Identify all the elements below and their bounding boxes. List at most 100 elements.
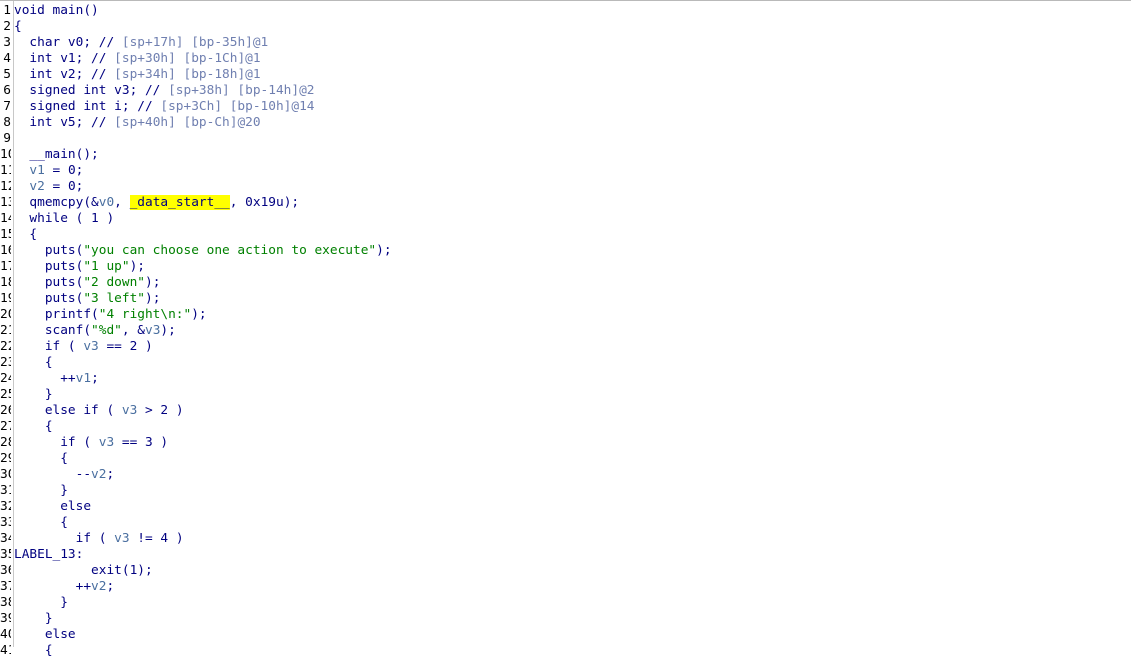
code-token: ++ bbox=[14, 371, 76, 386]
code-text[interactable]: { bbox=[14, 451, 68, 467]
code-token: , bbox=[114, 195, 130, 210]
code-text[interactable]: } bbox=[14, 595, 68, 611]
code-text[interactable]: } bbox=[14, 483, 68, 499]
line-number: 13 bbox=[0, 195, 11, 210]
code-text[interactable]: if ( v3 == 3 ) bbox=[14, 435, 168, 451]
highlighted-identifier[interactable]: _data_start__ bbox=[129, 195, 230, 210]
code-text[interactable]: } bbox=[14, 611, 53, 627]
code-token: ; bbox=[91, 371, 99, 386]
code-token: exit(1); bbox=[14, 563, 153, 578]
code-token: if ( bbox=[14, 435, 99, 450]
code-token: = 0; bbox=[44, 179, 84, 194]
variable-name[interactable]: v2 bbox=[91, 579, 106, 594]
pseudocode-view[interactable]: 1 void main() 2{3 char v0; // [sp+17h] [bp… bbox=[0, 0, 1131, 658]
code-text[interactable]: __main(); bbox=[14, 147, 98, 163]
code-text[interactable]: int v1; // [sp+30h] [bp-1Ch]@1 bbox=[14, 51, 260, 67]
code-text[interactable]: ++v1; bbox=[14, 371, 99, 387]
code-text[interactable]: puts("you can choose one action to execu… bbox=[14, 243, 392, 259]
variable-name[interactable]: v2 bbox=[29, 179, 44, 194]
line-number: 36 bbox=[0, 563, 11, 578]
line-number: 21 bbox=[0, 323, 11, 338]
line-number: 26 bbox=[0, 403, 11, 418]
code-text[interactable]: v1 = 0; bbox=[14, 163, 83, 179]
stack-offset-comment: [sp+34h] [bp-18h]@1 bbox=[114, 67, 261, 82]
code-text[interactable]: { bbox=[14, 227, 37, 243]
variable-name[interactable]: v3 bbox=[145, 323, 160, 338]
code-text[interactable]: else bbox=[14, 627, 76, 643]
line-number: 19 bbox=[0, 291, 11, 306]
code-token: { bbox=[14, 419, 53, 434]
code-text[interactable]: void main() bbox=[14, 3, 99, 19]
code-text[interactable]: char v0; // [sp+17h] [bp-35h]@1 bbox=[14, 35, 268, 51]
line-number: 9 bbox=[3, 131, 11, 146]
code-text[interactable]: int v2; // [sp+34h] [bp-18h]@1 bbox=[14, 67, 261, 83]
variable-name[interactable]: v3 bbox=[122, 403, 137, 418]
code-token: puts( bbox=[14, 291, 84, 306]
code-text[interactable]: qmemcpy(&v0, _data_start__, 0x19u); bbox=[14, 195, 299, 211]
code-text[interactable]: exit(1); bbox=[14, 563, 153, 579]
variable-name[interactable]: v0 bbox=[99, 195, 114, 210]
stack-offset-comment: [sp+3Ch] [bp-10h]@14 bbox=[160, 99, 315, 114]
code-token: ); bbox=[144, 291, 161, 306]
code-token: { bbox=[14, 19, 22, 34]
code-text[interactable]: else if ( v3 > 2 ) bbox=[14, 403, 184, 419]
code-text[interactable]: printf("4 right\n:"); bbox=[14, 307, 207, 323]
code-token: { bbox=[14, 515, 68, 530]
variable-name[interactable]: v3 bbox=[114, 531, 129, 546]
code-token: == 3 ) bbox=[114, 435, 169, 450]
code-token: ); bbox=[129, 259, 145, 274]
line-number: 8 bbox=[3, 115, 11, 130]
code-text[interactable]: while ( 1 ) bbox=[14, 211, 114, 227]
code-text[interactable]: { bbox=[14, 19, 22, 35]
code-text[interactable]: if ( v3 == 2 ) bbox=[14, 339, 153, 355]
code-token: != 4 ) bbox=[129, 531, 184, 546]
code-token: -- bbox=[14, 467, 92, 482]
code-text[interactable]: signed int i; // [sp+3Ch] [bp-10h]@14 bbox=[14, 99, 314, 115]
code-text[interactable]: puts("1 up"); bbox=[14, 259, 145, 275]
variable-name[interactable]: v1 bbox=[76, 371, 91, 386]
line-number: 28 bbox=[0, 435, 11, 450]
code-text[interactable]: { bbox=[14, 419, 53, 435]
line-number: 17 bbox=[0, 259, 11, 274]
variable-name[interactable]: v2 bbox=[91, 467, 106, 482]
code-token: ); bbox=[160, 323, 176, 338]
line-number: 29 bbox=[0, 451, 11, 466]
code-text[interactable]: { bbox=[14, 355, 53, 371]
code-text[interactable]: else bbox=[14, 499, 91, 515]
code-text[interactable]: if ( v3 != 4 ) bbox=[14, 531, 184, 547]
string-literal: "4 right\n:" bbox=[98, 307, 192, 322]
code-token: = 0; bbox=[44, 163, 84, 178]
variable-name[interactable]: v3 bbox=[83, 339, 98, 354]
code-token: else bbox=[14, 499, 92, 514]
code-text[interactable]: LABEL_13: bbox=[14, 547, 83, 563]
code-text[interactable]: } bbox=[14, 387, 53, 403]
code-token: void main() bbox=[14, 3, 99, 18]
code-token: puts( bbox=[14, 259, 84, 274]
code-token: ); bbox=[144, 275, 161, 290]
code-token: signed int i; // bbox=[14, 99, 161, 114]
code-text[interactable]: scanf("%d", &v3); bbox=[14, 323, 176, 339]
code-text[interactable]: { bbox=[14, 643, 53, 659]
code-token: signed int v3; // bbox=[14, 83, 169, 98]
code-text[interactable]: --v2; bbox=[14, 467, 115, 483]
line-number: 33 bbox=[0, 515, 11, 530]
code-token: char v0; // bbox=[14, 35, 122, 50]
code-text[interactable]: puts("2 down"); bbox=[14, 275, 161, 291]
variable-name[interactable]: v3 bbox=[99, 435, 114, 450]
code-token: , 0x19u); bbox=[229, 195, 300, 210]
line-number: 11 bbox=[0, 163, 11, 178]
variable-name[interactable]: v1 bbox=[29, 163, 44, 178]
line-number: 20 bbox=[0, 307, 11, 322]
code-text[interactable]: signed int v3; // [sp+38h] [bp-14h]@2 bbox=[14, 83, 314, 99]
code-token: } bbox=[14, 387, 53, 402]
string-literal: "%d" bbox=[91, 323, 122, 338]
code-token: ; bbox=[106, 579, 115, 594]
code-text[interactable]: v2 = 0; bbox=[14, 179, 83, 195]
code-text[interactable]: { bbox=[14, 515, 68, 531]
code-text[interactable]: ++v2; bbox=[14, 579, 115, 595]
code-token: { bbox=[14, 355, 53, 370]
code-token: int v5; // bbox=[14, 115, 115, 130]
code-text[interactable]: int v5; // [sp+40h] [bp-Ch]@20 bbox=[14, 115, 260, 131]
code-text[interactable]: puts("3 left"); bbox=[14, 291, 161, 307]
code-token: qmemcpy(& bbox=[14, 195, 99, 210]
